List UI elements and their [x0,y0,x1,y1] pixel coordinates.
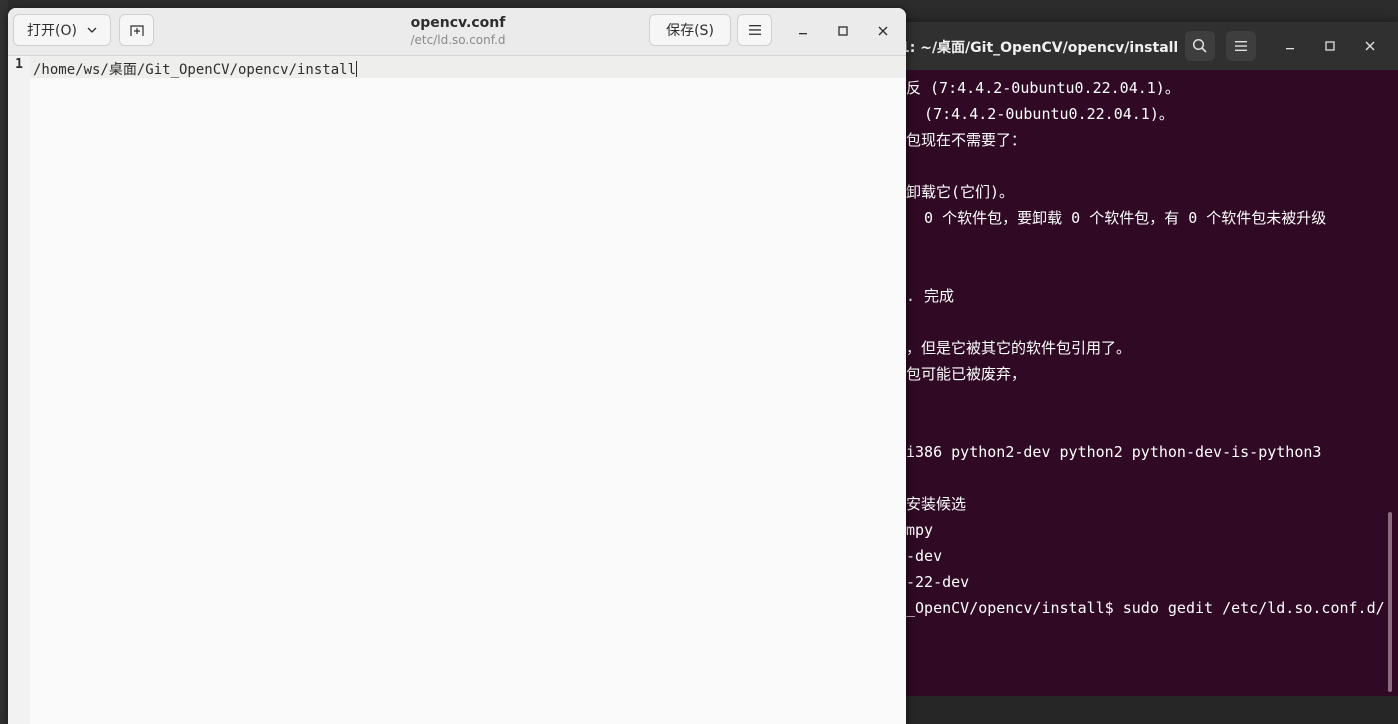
save-button-label: 保存(S) [666,23,714,39]
minimize-button[interactable] [789,17,817,45]
terminal-line: 安装候选 [906,495,967,513]
close-icon [878,26,888,36]
menu-button[interactable] [737,14,772,46]
close-button[interactable] [869,17,897,45]
terminal-line: i386 python2-dev python2 python-dev-is-p… [906,443,1322,461]
line-number-gutter [8,56,30,724]
terminal-line: . 完成 [906,287,955,305]
terminal-minimize-button[interactable] [1275,31,1305,61]
open-button[interactable]: 打开(O) [13,14,111,46]
terminal-line: (7:4.4.2-0ubuntu0.22.04.1)。 [906,105,1174,123]
save-button[interactable]: 保存(S) [649,14,731,46]
maximize-button[interactable] [829,17,857,45]
terminal-search-button[interactable] [1185,31,1215,61]
editor-line-text: /home/ws/桌面/Git_OpenCV/opencv/install [33,62,357,78]
terminal-close-button[interactable] [1355,31,1385,61]
desktop-bottom-strip [880,696,1398,724]
search-icon [1192,38,1207,53]
terminal-line: ，但是它被其它的软件包引用了。 [906,339,1132,357]
terminal-scrollbar[interactable] [1388,512,1392,692]
terminal-line: 包现在不需要了： [906,131,1027,149]
terminal-line: 包可能已被废弃， [906,365,1027,383]
chevron-down-icon [87,27,97,33]
gedit-header-bar: 打开(O) opencv.conf /etc/ld.so.conf.d 保存(S… [8,8,906,56]
minimize-icon [1286,48,1294,50]
terminal-output[interactable]: 反 (7:4.4.2-0ubuntu0.22.04.1)。 (7:4.4.2-0… [880,70,1398,696]
maximize-icon [1325,41,1335,51]
terminal-line: -dev [906,547,943,565]
desktop-left-edge [0,0,8,724]
terminal-line: 0 个软件包，要卸载 0 个软件包，有 0 个软件包未被升级 [906,209,1327,227]
text-caret [356,61,358,77]
new-tab-icon [129,25,144,36]
terminal-line: 卸载它(它们)。 [906,183,1015,201]
terminal-line: mpy [906,521,934,539]
terminal-title: 1: ~/桌面/Git_OpenCV/opencv/install [900,40,1179,56]
hamburger-menu-icon [1235,41,1247,51]
terminal-line: _OpenCV/opencv/install$ sudo gedit /etc/… [906,599,1385,617]
terminal-header-bar: 1: ~/桌面/Git_OpenCV/opencv/install [880,22,1398,70]
document-path: /etc/ld.so.conf.d [410,33,506,47]
open-button-label: 打开(O) [27,23,77,39]
terminal-line: -22-dev [906,573,970,591]
terminal-menu-button[interactable] [1226,31,1256,61]
close-icon [1365,41,1375,51]
document-title: opencv.conf [410,15,506,31]
terminal-maximize-button[interactable] [1315,31,1345,61]
terminal-line: 反 (7:4.4.2-0ubuntu0.22.04.1)。 [906,79,1180,97]
terminal-window[interactable]: 1: ~/桌面/Git_OpenCV/opencv/install 反 (7:4… [880,22,1398,696]
gedit-window[interactable]: 打开(O) opencv.conf /etc/ld.so.conf.d 保存(S… [8,8,906,724]
editor-text-area[interactable]: /home/ws/桌面/Git_OpenCV/opencv/install [33,59,358,79]
maximize-icon [838,26,848,36]
hamburger-menu-icon [748,25,761,35]
minimize-icon [799,33,807,35]
line-number: 1 [15,57,23,72]
new-tab-button[interactable] [119,14,154,46]
